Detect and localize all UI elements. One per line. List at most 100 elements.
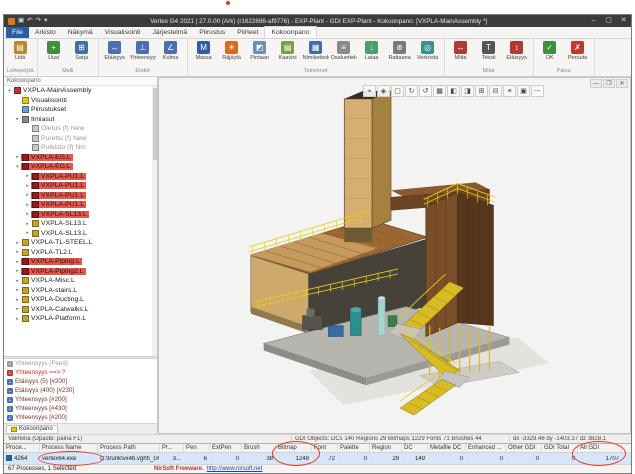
expand-arrow-icon[interactable]: ▸ [14,240,21,246]
expand-arrow-icon[interactable]: ▸ [24,202,31,208]
viewport-tool-icon[interactable]: ⊟ [489,85,502,97]
expand-arrow-icon[interactable]: ▸ [14,259,21,265]
gdiview-column-header[interactable]: Process Name [40,444,98,452]
tree-item[interactable]: ▾ VXPLA-EG.L [4,162,157,172]
tree-item[interactable]: Visualisointi [4,96,157,106]
tree-item[interactable]: Purettu (f) New [4,134,157,144]
ribbon-tab[interactable]: Järjestelmä [146,27,193,38]
3d-viewport[interactable]: ⌖◈▢↻↺▦◧◨⊞⊟≡▣⋯ — ❐ ✕ [158,77,631,434]
ribbon-button[interactable]: ∠Kulma [158,40,184,61]
tree-item[interactable]: ▸ VXPLA-SL13.L [4,229,157,239]
sidebar-tab-kokoonpano[interactable]: Kokoonpano [6,425,58,434]
tree-item[interactable]: ▸ VXPLA-PU1.L [4,200,157,210]
gdiview-column-header[interactable]: Metafile DC [428,444,466,452]
gdiview-column-header[interactable]: Brush [242,444,276,452]
ribbon-tab[interactable]: Visualisointi [99,27,147,38]
ribbon-button[interactable]: ⊥Yhteensyys [130,40,156,61]
constraint-item[interactable]: ⊥ Yhteensyys ==> ? [4,368,157,377]
viewport-tool-icon[interactable]: ▢ [391,85,404,97]
expand-arrow-icon[interactable]: ▾ [14,164,21,170]
viewport-tool-icon[interactable]: ⋯ [531,85,544,97]
gdiview-column-header[interactable]: All GDI [578,444,622,452]
nirsoft-url-link[interactable]: http://www.nirsoft.net [207,466,263,472]
constraint-item[interactable]: ⊥ Yhteensyys [#200] [4,413,157,422]
tree-item[interactable]: ▸ VXPLA-PU1.L [4,172,157,182]
expand-arrow-icon[interactable]: ▸ [14,297,21,303]
close-button[interactable]: ✕ [616,15,631,27]
quick-access-icon[interactable]: ↶ [27,15,32,27]
tree-scrollbar[interactable] [152,86,157,356]
ribbon-tab[interactable]: Piirustus [193,27,231,38]
ribbon-button[interactable]: ✓OK [537,40,563,61]
expand-arrow-icon[interactable]: ▸ [14,249,21,255]
expand-arrow-icon[interactable]: ▸ [24,230,31,236]
expand-arrow-icon[interactable]: ▸ [24,211,31,217]
gdiview-column-header[interactable]: Pen [184,444,210,452]
gdiview-process-row[interactable]: 4264vertex64.exeC:\trunk\vx4b.vght\_GU..… [4,453,631,464]
gdiview-column-header[interactable]: Process Path [98,444,160,452]
tree-item[interactable]: ▸ VXPLA-Ducting.L [4,295,157,305]
viewport-minimize-button[interactable]: — [590,79,602,88]
viewport-tool-icon[interactable]: ◧ [447,85,460,97]
ribbon-tab[interactable]: Arkisto [29,27,62,38]
gdiview-column-header[interactable]: GDI Total [542,444,578,452]
ribbon-tab[interactable]: File [6,27,29,38]
ribbon-tab[interactable]: Piirteet [231,27,264,38]
viewport-tool-icon[interactable]: ◨ [461,85,474,97]
tree-item[interactable]: ▸ VXPLA-SL13.L [4,210,157,220]
viewport-tool-icon[interactable]: ≡ [503,85,516,97]
ribbon-button[interactable]: MMassa [191,40,217,61]
expand-arrow-icon[interactable]: ▾ [6,88,13,94]
viewport-tool-icon[interactable]: ⊞ [475,85,488,97]
expand-arrow-icon[interactable]: ▸ [14,278,21,284]
ribbon-button[interactable]: ✗Peruuta [565,40,591,61]
tree-item[interactable]: ▸ VXPLA-Platform.L [4,314,157,324]
expand-arrow-icon[interactable]: ▸ [14,154,21,160]
constraint-item[interactable]: ⊥ Yhteensyys [#200] [4,395,157,404]
expand-arrow-icon[interactable]: ▸ [14,316,21,322]
ribbon-button[interactable]: ↔Etäisyys [102,40,128,61]
ribbon-button[interactable]: ▤Liitä [7,40,33,61]
constraint-item[interactable]: ↔ Etäisyys (400) [#230] [4,386,157,395]
ribbon-button[interactable]: ↓Lataa [359,40,385,61]
viewport-tool-icon[interactable]: ▦ [433,85,446,97]
tree-item[interactable]: ▸ Ilmiasut [4,115,157,125]
maximize-button[interactable]: ▢ [601,15,616,27]
gdiview-column-header[interactable]: Region [370,444,402,452]
tree-item[interactable]: Putkisto (f) Nm [4,143,157,153]
gdiview-column-header[interactable]: ExtPen [210,444,242,452]
gdiview-column-header[interactable]: Proce... [4,444,40,452]
expand-arrow-icon[interactable]: ▸ [24,221,31,227]
ribbon-tab[interactable]: Kokoonpano [264,26,316,38]
ribbon-button[interactable]: ☀Räjäytä [219,40,245,61]
ribbon-button[interactable]: ◎Verkosta [415,40,441,61]
ribbon-button[interactable]: ⊛Rattaana [387,40,413,61]
tree-item[interactable]: ▸ VXPLA-TL-STEEL.L [4,238,157,248]
tree-item[interactable]: ▸ VXPLA-PU1.L [4,191,157,201]
constraint-item[interactable]: ⊥ Yhteensyys [#430] [4,404,157,413]
gdiview-column-header[interactable]: Font [312,444,338,452]
tree-item[interactable]: ▸ VXPLA-PU1.L [4,181,157,191]
viewport-tool-icon[interactable]: ⌖ [363,85,376,97]
quick-access-icon[interactable]: ▣ [18,15,24,27]
gdiview-column-header[interactable]: DC [402,444,428,452]
quick-access-icon[interactable]: ▾ [44,15,47,27]
gdiview-column-header[interactable]: Pr... [160,444,184,452]
tree-item[interactable]: ▸ VXPLA-Catwalks.L [4,305,157,315]
tree-item[interactable]: ▸ VXPLA-Piping.L [4,257,157,267]
ribbon-button[interactable]: +Uusi [41,40,67,61]
tree-item[interactable]: ▸ VXPLA-TL2.L [4,248,157,258]
tree-item[interactable]: ▸ VXPLA-EG.L [4,153,157,163]
tree-item[interactable]: ▸ VXPLA-Misc.L [4,276,157,286]
tree-item[interactable]: Piirustukset [4,105,157,115]
ribbon-button[interactable]: ⊞Sarja [69,40,95,61]
ribbon-button[interactable]: ≡Osaluettelo [331,40,357,61]
gdiview-column-header[interactable]: Bitmap [276,444,312,452]
expand-arrow-icon[interactable]: ▸ [14,268,21,274]
ribbon-button[interactable]: ↔Mitta [448,40,474,61]
gdiview-column-header[interactable]: Other GDI [506,444,542,452]
viewport-restore-button[interactable]: ❐ [603,79,615,88]
tree-item[interactable]: ▸ VXPLA-Piping2.L [4,267,157,277]
ribbon-button[interactable]: ▦Nimiketiedot [303,40,329,61]
constraint-item[interactable]: ⊥ Yhteensyys (Feed) [4,359,157,368]
